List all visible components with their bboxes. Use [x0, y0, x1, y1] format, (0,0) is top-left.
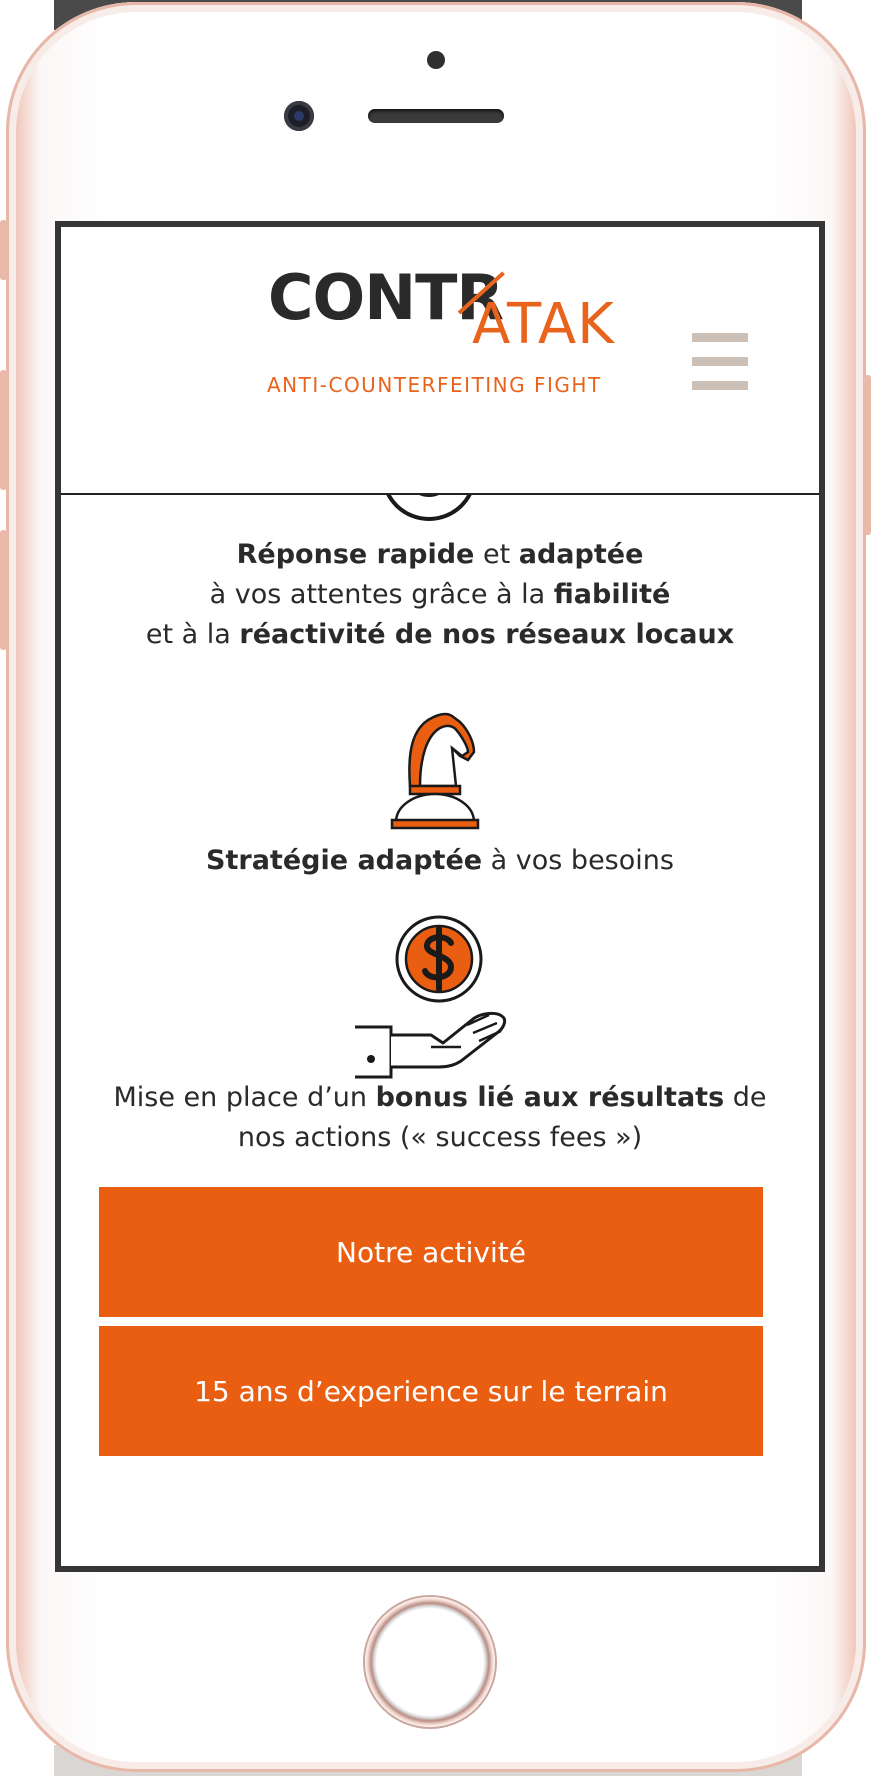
power-button — [864, 375, 871, 535]
feature-line: nos actions (« success fees ») — [237, 1122, 643, 1153]
feature-text-bonus: Mise en place d’un bonus lié aux résulta… — [61, 1078, 819, 1158]
site-header: CONTR ATAK ANTI-COUNTERFEITING FIGHT — [61, 227, 819, 495]
earpiece-speaker — [368, 109, 504, 123]
activity-button[interactable]: Notre activité — [99, 1187, 763, 1317]
mute-switch — [0, 220, 7, 280]
logo-main-text: CONTR — [268, 261, 504, 334]
feature-line: et à la réactivité de nos réseaux locaux — [145, 619, 735, 650]
chess-knight-icon — [390, 712, 480, 830]
front-camera-icon — [284, 101, 314, 131]
feature-line: Réponse rapide et adaptée — [236, 539, 644, 570]
proximity-sensor — [427, 51, 445, 69]
features-content: Réponse rapide et adaptée à vos attentes… — [61, 495, 819, 1566]
feature-text-response: Réponse rapide et adaptée à vos attentes… — [61, 535, 819, 655]
target-icon — [381, 495, 477, 521]
experience-button[interactable]: 15 ans d’experience sur le terrain — [99, 1326, 763, 1456]
feature-line: Stratégie adaptée à vos besoins — [206, 845, 674, 876]
logo-tagline: ANTI-COUNTERFEITING FIGHT — [267, 373, 602, 397]
hand-dollar-coin-icon — [355, 915, 507, 1079]
phone-screen: CONTR ATAK ANTI-COUNTERFEITING FIGHT Rép… — [55, 221, 825, 1572]
logo-accent-text: ATAK — [472, 292, 615, 357]
hamburger-menu-icon[interactable] — [692, 333, 748, 391]
feature-line: Mise en place d’un bonus lié aux résulta… — [113, 1082, 767, 1113]
feature-text-strategy: Stratégie adaptée à vos besoins — [61, 841, 819, 881]
home-button[interactable] — [365, 1597, 495, 1727]
feature-line: à vos attentes grâce à la fiabilité — [209, 579, 671, 610]
volume-down-button — [0, 530, 7, 650]
volume-up-button — [0, 370, 7, 490]
